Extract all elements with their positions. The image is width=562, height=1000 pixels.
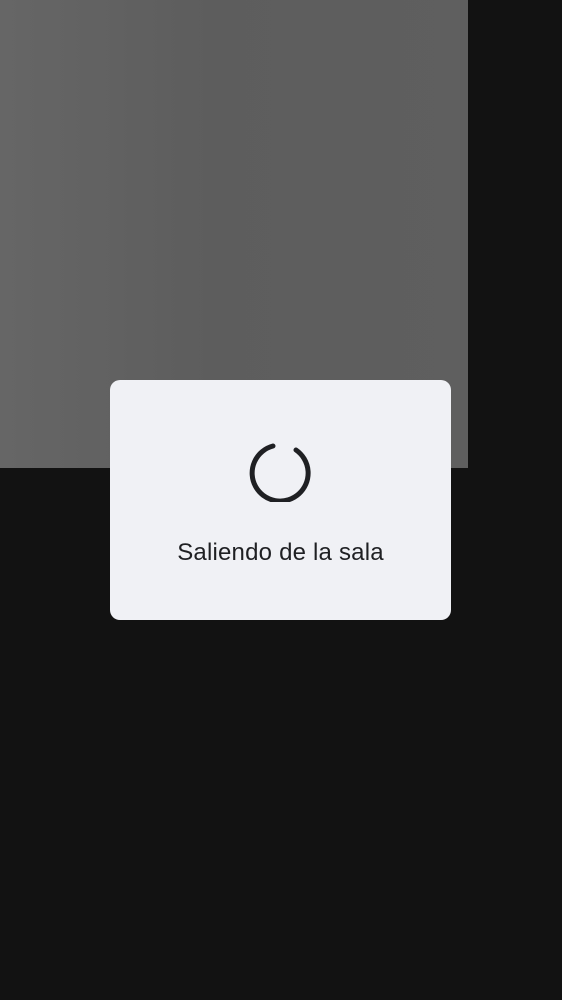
- leaving-room-message: Saliendo de la sala: [177, 539, 384, 566]
- loading-spinner-icon: [249, 443, 311, 502]
